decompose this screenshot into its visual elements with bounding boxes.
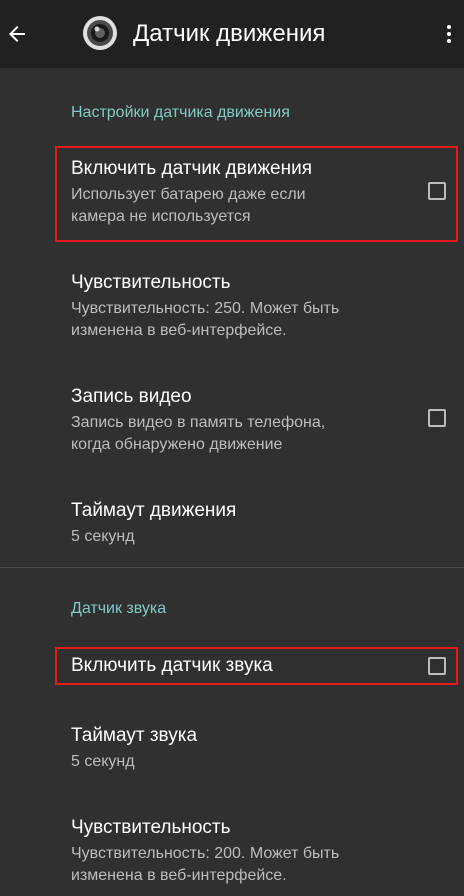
pref-summary: Использует батарею даже если камера не и… [71, 186, 306, 225]
pref-summary: Чувствительность: 200. Может быть измене… [71, 845, 340, 884]
enable-motion-checkbox[interactable] [428, 182, 446, 200]
pref-sound-sensitivity[interactable]: Чувствительность Чувствительность: 200. … [0, 815, 464, 895]
section-header-motion: Настройки датчика движения [71, 104, 290, 121]
pref-title: Запись видео [71, 386, 192, 407]
pref-motion-timeout[interactable]: Таймаут движения 5 секунд [0, 498, 464, 558]
preferences-list: Настройки датчика движения Включить датч… [0, 68, 464, 896]
pref-title: Включить датчик звука [71, 655, 273, 676]
pref-motion-sensitivity[interactable]: Чувствительность Чувствительность: 250. … [0, 270, 464, 356]
pref-title: Включить датчик движения [71, 158, 313, 179]
pref-title: Таймаут звука [71, 725, 198, 746]
record-video-checkbox[interactable] [428, 409, 446, 427]
pref-record-video[interactable]: Запись видео Запись видео в память телеф… [0, 384, 464, 470]
toolbar-title: Датчик движения [133, 20, 326, 47]
pref-enable-sound-sensor[interactable]: Включить датчик звука [0, 653, 464, 683]
enable-sound-checkbox[interactable] [428, 657, 446, 675]
section-header-sound: Датчик звука [71, 600, 167, 617]
pref-title: Таймаут движения [71, 500, 237, 521]
overflow-menu-button[interactable] [434, 14, 464, 54]
pref-enable-motion-sensor[interactable]: Включить датчик движения Использует бата… [0, 156, 464, 242]
camera-lens-icon [82, 15, 118, 51]
pref-summary: 5 секунд [71, 528, 135, 545]
pref-summary: 5 секунд [71, 753, 135, 770]
more-vert-icon [447, 25, 451, 43]
back-button[interactable] [0, 10, 34, 58]
section-divider [0, 567, 464, 568]
pref-title: Чувствительность [71, 817, 231, 838]
arrow-left-icon [9, 26, 25, 42]
pref-sound-timeout[interactable]: Таймаут звука 5 секунд [0, 723, 464, 783]
app-toolbar: Датчик движения [0, 0, 464, 68]
pref-title: Чувствительность [71, 272, 231, 293]
pref-summary: Запись видео в память телефона, когда об… [71, 414, 326, 453]
pref-summary: Чувствительность: 250. Может быть измене… [71, 300, 340, 339]
